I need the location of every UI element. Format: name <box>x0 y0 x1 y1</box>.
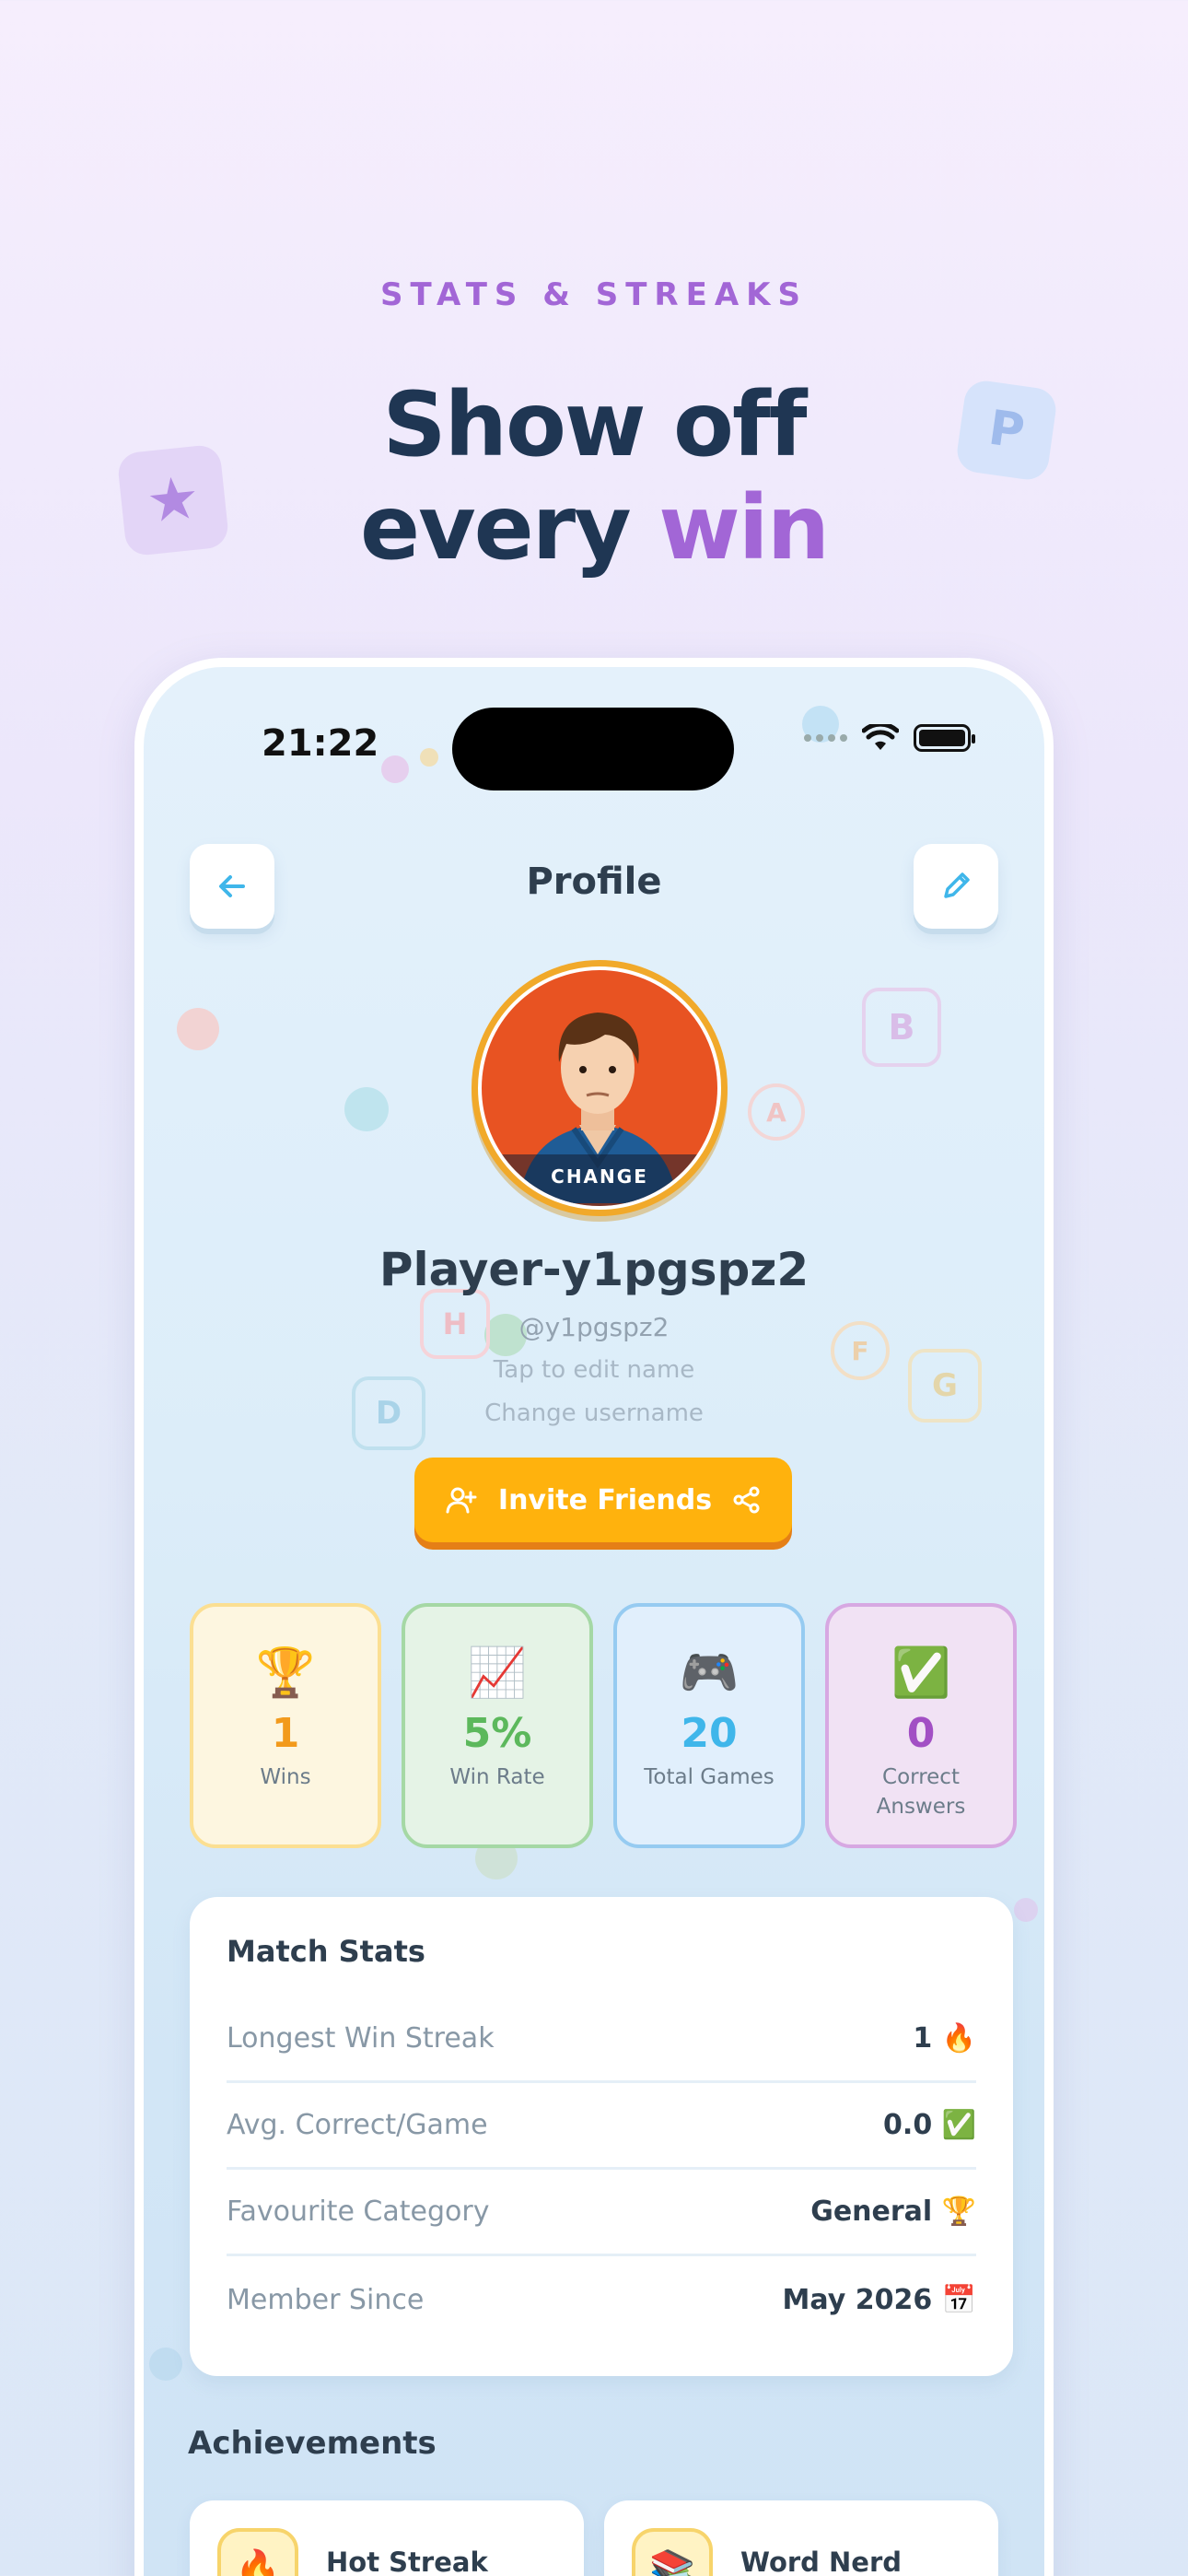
match-stat-value: 0.0 ✅ <box>883 2109 976 2141</box>
achievement-card[interactable]: 📚 Word Nerd <box>604 2500 998 2576</box>
change-username-link[interactable]: Change username <box>144 1399 1044 1427</box>
signal-dots-icon <box>804 734 847 742</box>
match-stat-key: Favourite Category <box>227 2195 490 2228</box>
match-stat-key: Avg. Correct/Game <box>227 2109 488 2141</box>
edit-name-hint[interactable]: Tap to edit name <box>144 1356 1044 1384</box>
headline-accent: win <box>658 476 830 580</box>
match-stats-card: Match Stats Longest Win Streak 1 🔥 Avg. … <box>190 1897 1013 2376</box>
books-icon: 📚 <box>632 2528 713 2576</box>
achievement-card[interactable]: 🔥 Hot Streak <box>190 2500 584 2576</box>
stat-label: Wins <box>260 1765 311 1789</box>
stats-row: 🏆 1 Wins 📈 5% Win Rate 🎮 20 Total Games … <box>190 1603 1017 1848</box>
background-bubble <box>149 2348 182 2381</box>
stat-card-win-rate: 📈 5% Win Rate <box>402 1603 593 1848</box>
stat-value: 20 <box>681 1710 738 1757</box>
pencil-icon <box>944 872 970 898</box>
fire-icon: 🔥 <box>217 2528 298 2576</box>
dynamic-island <box>452 708 734 790</box>
check-mark-icon: ✅ <box>891 1645 951 1701</box>
page-title: Profile <box>526 861 662 903</box>
stat-value: 1 <box>271 1710 300 1757</box>
background-bubble <box>381 755 409 783</box>
stat-value: 5% <box>462 1710 532 1757</box>
app-screen: B A H D G F Z 21:22 Profile <box>144 667 1044 2576</box>
achievements-title: Achievements <box>188 2425 437 2462</box>
add-user-icon <box>446 1487 477 1514</box>
stat-card-total-games: 🎮 20 Total Games <box>613 1603 805 1848</box>
stat-label: Total Games <box>644 1765 775 1789</box>
match-stat-row: Member Since May 2026 📅 <box>227 2256 976 2343</box>
background-bubble <box>344 1087 389 1131</box>
background-bubble <box>177 1008 219 1050</box>
background-bubble <box>1014 1898 1038 1922</box>
headline-prefix: every <box>359 476 632 580</box>
letter-tile-decoration: P <box>954 378 1059 483</box>
background-bubble <box>420 748 438 767</box>
edit-profile-button[interactable] <box>914 844 998 929</box>
match-stat-value: General 🏆 <box>810 2195 976 2228</box>
status-icons <box>804 724 975 752</box>
stat-label: Correct Answers <box>876 1765 966 1819</box>
share-icon <box>733 1486 760 1514</box>
player-name[interactable]: Player-y1pgspz2 <box>144 1243 1044 1296</box>
phone-frame: B A H D G F Z 21:22 Profile <box>134 658 1054 2576</box>
change-avatar-label[interactable]: CHANGE <box>482 1154 717 1206</box>
achievement-name: Word Nerd <box>740 2547 903 2576</box>
battery-icon <box>914 724 975 752</box>
wifi-icon <box>862 724 899 750</box>
stat-card-correct-answers: ✅ 0 Correct Answers <box>825 1603 1017 1848</box>
player-handle: @y1pgspz2 <box>518 1312 670 1342</box>
stat-label: Win Rate <box>449 1765 545 1789</box>
match-stat-row: Longest Win Streak 1 🔥 <box>227 1996 976 2083</box>
letter-tile-decoration: B <box>862 988 941 1067</box>
star-icon: ★ <box>116 443 230 557</box>
avatar[interactable]: CHANGE <box>472 960 728 1216</box>
match-stat-value: May 2026 📅 <box>782 2283 976 2316</box>
game-controller-icon: 🎮 <box>679 1645 740 1701</box>
chart-increasing-icon: 📈 <box>467 1645 528 1701</box>
invite-friends-button[interactable]: Invite Friends <box>414 1458 792 1542</box>
trophy-icon: 🏆 <box>255 1645 316 1701</box>
match-stat-row: Favourite Category General 🏆 <box>227 2170 976 2256</box>
match-stat-value: 1 🔥 <box>913 2022 976 2055</box>
achievement-name: Hot Streak <box>326 2547 488 2576</box>
stat-card-wins: 🏆 1 Wins <box>190 1603 381 1848</box>
invite-friends-label: Invite Friends <box>497 1483 713 1516</box>
status-time: 21:22 <box>262 722 379 765</box>
promo-kicker: STATS & STREAKS <box>380 276 808 313</box>
match-stat-row: Avg. Correct/Game 0.0 ✅ <box>227 2083 976 2170</box>
avatar-image: CHANGE <box>482 970 717 1206</box>
match-stat-key: Member Since <box>227 2283 425 2316</box>
stat-value: 0 <box>906 1710 936 1757</box>
match-stat-key: Longest Win Streak <box>227 2022 495 2055</box>
letter-tile-decoration: A <box>748 1083 805 1141</box>
match-stats-title: Match Stats <box>227 1934 425 1969</box>
